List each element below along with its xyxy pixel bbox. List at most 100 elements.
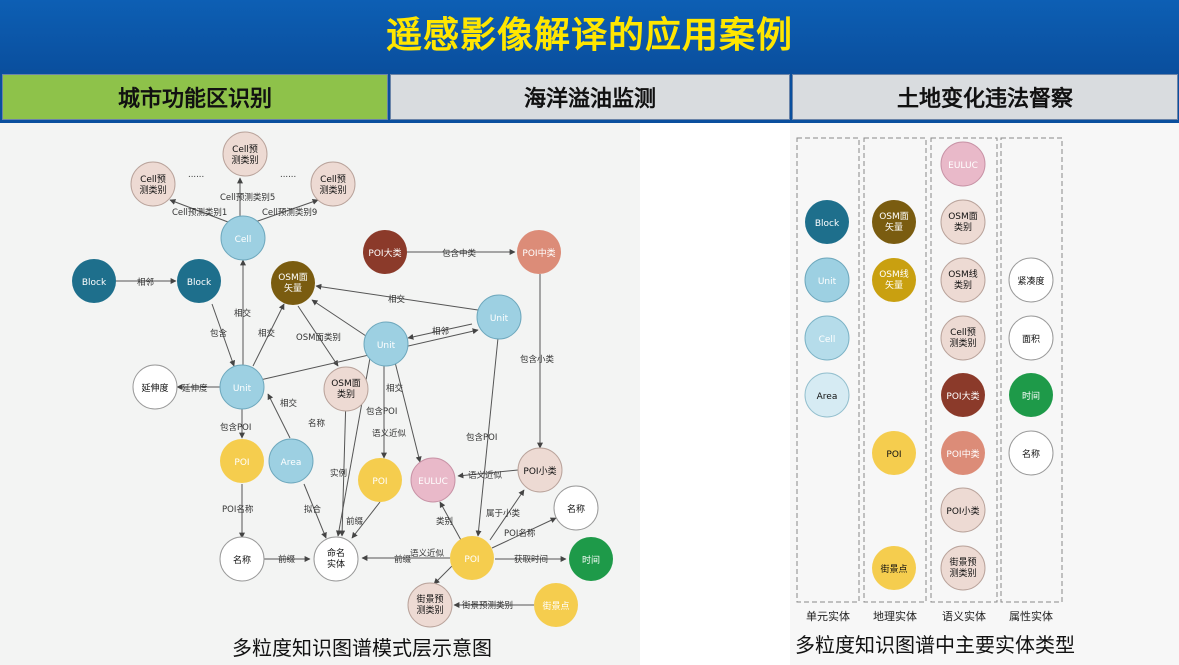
- svg-text:OSM线: OSM线: [879, 268, 909, 280]
- entity-osm-area-category: OSM面 类别: [940, 199, 986, 245]
- edge-label: Cell预测类别5: [220, 192, 275, 203]
- svg-text:面积: 面积: [1022, 333, 1040, 345]
- entity-poi: POI: [872, 431, 916, 475]
- node-named-entity: 命名 实体: [313, 536, 359, 582]
- right-caption: 多粒度知识图谱中主要实体类型: [795, 633, 1075, 657]
- svg-text:POI: POI: [464, 555, 479, 565]
- svg-text:街景预: 街景预: [416, 593, 443, 605]
- svg-text:Cell: Cell: [235, 235, 252, 245]
- svg-text:Unit: Unit: [233, 384, 252, 394]
- node-cell-pred-right: Cell预 测类别: [310, 161, 356, 207]
- entity-osm-line-vector: OSM线 矢量: [872, 258, 916, 302]
- svg-text:时间: 时间: [582, 554, 600, 566]
- svg-text:测类别: 测类别: [319, 184, 346, 196]
- node-unit-right: Unit: [476, 294, 522, 340]
- svg-text:EULUC: EULUC: [418, 477, 448, 487]
- svg-text:街景预: 街景预: [949, 556, 976, 568]
- svg-text:OSM面: OSM面: [948, 211, 978, 222]
- svg-text:矢量: 矢量: [885, 279, 903, 291]
- edge-label: POI名称: [504, 528, 536, 539]
- node-time: 时间: [569, 537, 613, 581]
- knowledge-graph-schema: ...... ...... Cell预测类别1 Cell预测类别5 Cell预测…: [72, 131, 1075, 660]
- svg-text:街景点: 街景点: [542, 600, 569, 612]
- svg-text:测类别: 测类别: [949, 337, 976, 349]
- edge-label: 获取时间: [514, 554, 548, 565]
- edge-label: 相交: [258, 328, 276, 339]
- svg-text:Cell预: Cell预: [950, 327, 976, 338]
- svg-text:延伸度: 延伸度: [141, 382, 168, 394]
- node-poi-1: POI: [220, 439, 264, 483]
- svg-text:EULUC: EULUC: [948, 161, 978, 171]
- entity-unit: Unit: [804, 257, 850, 303]
- edge-label: 语义近似: [410, 548, 445, 559]
- svg-text:Cell预: Cell预: [320, 174, 346, 185]
- svg-text:Unit: Unit: [490, 314, 509, 324]
- svg-text:Cell: Cell: [819, 335, 836, 345]
- svg-text:Area: Area: [281, 458, 302, 468]
- edge-label: 相邻: [432, 326, 450, 337]
- edge-label: 包含POI: [466, 432, 497, 443]
- svg-text:矢量: 矢量: [284, 282, 302, 294]
- svg-text:街景点: 街景点: [880, 563, 907, 575]
- edge-label: 前缀: [346, 516, 364, 527]
- svg-text:测类别: 测类别: [231, 154, 258, 166]
- node-unit-middle: Unit: [363, 321, 409, 367]
- ellipsis-right: ......: [280, 170, 296, 180]
- left-caption: 多粒度知识图谱模式层示意图: [232, 636, 492, 660]
- edge-label: 实例: [330, 468, 347, 479]
- node-osm-category: OSM面 类别: [323, 366, 369, 412]
- svg-text:OSM线: OSM线: [948, 268, 978, 280]
- entity-poi-major: POI大类: [941, 373, 985, 417]
- node-block-2: Block: [177, 259, 221, 303]
- svg-text:POI: POI: [886, 450, 901, 460]
- edge-label: 拟合: [304, 504, 322, 515]
- entity-cell: Cell: [804, 315, 850, 361]
- svg-text:测类别: 测类别: [416, 604, 443, 616]
- svg-text:测类别: 测类别: [949, 567, 976, 579]
- node-poi-mid: POI中类: [517, 230, 561, 274]
- svg-text:实体: 实体: [327, 558, 345, 570]
- node-poi-2: POI: [358, 458, 402, 502]
- edge-label: 包含POI: [366, 406, 397, 417]
- edge-label: 相交: [388, 294, 406, 305]
- column-label-unit: 单元实体: [806, 609, 850, 623]
- svg-text:Unit: Unit: [818, 277, 837, 287]
- edge-label: 包含小类: [520, 354, 555, 365]
- svg-text:POI: POI: [372, 477, 387, 487]
- edge-label: 包含: [210, 328, 228, 339]
- entity-area: Area: [804, 372, 850, 418]
- node-name-2: 名称: [553, 485, 599, 531]
- node-cell-pred-top: Cell预 测类别: [222, 131, 268, 177]
- node-poi-major: POI大类: [363, 230, 407, 274]
- entity-area-size: 面积: [1008, 315, 1054, 361]
- node-unit-left: Unit: [219, 364, 265, 410]
- svg-text:Cell预: Cell预: [140, 174, 166, 185]
- entity-name: 名称: [1008, 430, 1054, 476]
- ellipsis-left: ......: [188, 170, 204, 180]
- entity-cell-category: Cell预 测类别: [940, 315, 986, 361]
- edge-label: 延伸度: [182, 383, 208, 394]
- edge-label: 属于小类: [486, 508, 521, 519]
- node-extension: 延伸度: [132, 364, 178, 410]
- svg-text:类别: 类别: [337, 388, 355, 400]
- svg-text:Block: Block: [815, 219, 840, 229]
- edge-label: 相交: [386, 383, 404, 394]
- edge-label: 类别: [436, 516, 453, 527]
- node-osm-vector: OSM面 矢量: [271, 261, 315, 305]
- edge-label: 街景预测类别: [462, 600, 513, 611]
- svg-text:命名: 命名: [327, 547, 345, 559]
- edge-label: 相交: [234, 308, 252, 319]
- edge-label: 前缀: [278, 554, 296, 565]
- edge-label: 相交: [280, 398, 298, 409]
- svg-text:OSM面: OSM面: [278, 272, 308, 283]
- svg-text:Block: Block: [187, 278, 212, 288]
- entity-compactness: 紧凑度: [1008, 257, 1054, 303]
- entity-block: Block: [805, 200, 849, 244]
- svg-text:POI大类: POI大类: [368, 247, 401, 259]
- edge-label: 语义近似: [372, 428, 407, 439]
- svg-text:POI: POI: [234, 458, 249, 468]
- svg-text:名称: 名称: [233, 554, 251, 566]
- node-euluc: EULUC: [410, 457, 456, 503]
- column-label-attribute: 属性实体: [1009, 609, 1053, 623]
- entity-type-columns: Block Unit Cell Area OSM面 矢量 OSM线 矢量 POI…: [796, 137, 1063, 623]
